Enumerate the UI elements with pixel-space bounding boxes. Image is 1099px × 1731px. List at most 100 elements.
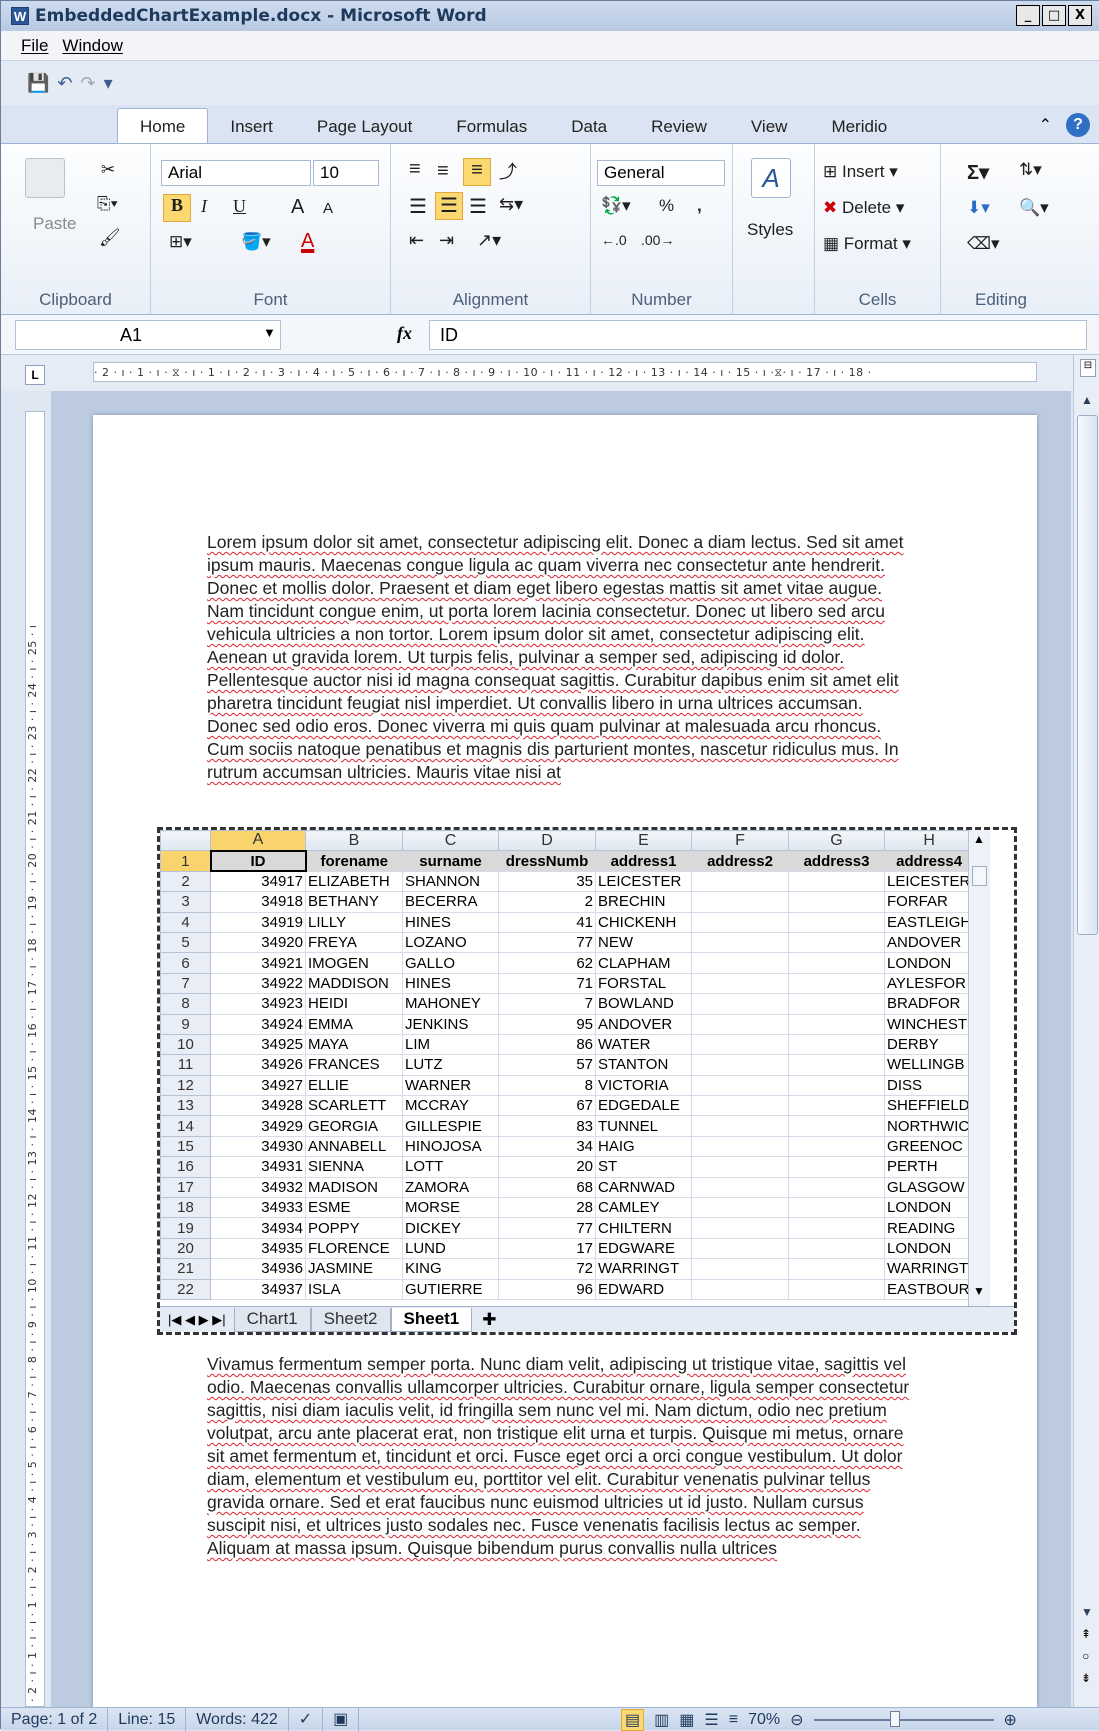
sheet-scroll-down-icon[interactable]: ▼ <box>973 1284 985 1298</box>
row-header[interactable]: 13 <box>160 1095 211 1117</box>
table-cell[interactable]: LONDON <box>883 1197 975 1219</box>
table-cell[interactable]: LONDON <box>883 952 975 974</box>
row-header[interactable]: 22 <box>160 1278 211 1300</box>
align-center-icon[interactable]: ☰ <box>435 192 463 220</box>
column-header[interactable]: E <box>595 830 692 852</box>
bold-button[interactable]: B <box>163 194 191 222</box>
tab-page-layout[interactable]: Page Layout <box>295 117 434 143</box>
table-cell[interactable]: 35 <box>498 870 596 893</box>
table-cell[interactable] <box>788 1197 885 1219</box>
row-header[interactable]: 14 <box>160 1115 211 1137</box>
table-cell[interactable]: ELIZABETH <box>305 870 403 893</box>
align-right-icon[interactable]: ☰ <box>469 194 487 219</box>
table-cell[interactable]: 96 <box>498 1278 596 1300</box>
table-cell[interactable]: 34922 <box>210 972 306 995</box>
table-cell[interactable]: EASTLEIGH <box>883 911 975 933</box>
fill-color-icon[interactable]: 🪣▾ <box>241 232 271 252</box>
table-cell[interactable]: BECERRA <box>402 891 499 913</box>
table-cell[interactable] <box>788 1176 885 1199</box>
line-number[interactable]: Line: 15 <box>108 1707 187 1731</box>
table-cell[interactable]: 2 <box>498 891 596 913</box>
table-cell[interactable]: NORTHWIC <box>883 1115 975 1137</box>
table-cell[interactable]: 34918 <box>210 891 306 913</box>
column-header[interactable]: G <box>788 830 885 852</box>
table-cell[interactable]: MORSE <box>402 1197 499 1219</box>
table-cell[interactable] <box>788 1013 885 1035</box>
column-header[interactable]: F <box>691 830 789 852</box>
table-cell[interactable]: DISS <box>883 1074 975 1097</box>
table-cell[interactable] <box>788 891 885 913</box>
table-cell[interactable]: 86 <box>498 1033 596 1056</box>
table-cell[interactable]: PERTH <box>883 1156 975 1178</box>
table-cell[interactable]: READING <box>883 1217 975 1239</box>
table-cell[interactable]: 41 <box>498 911 596 933</box>
table-cell[interactable] <box>691 1135 789 1158</box>
sheet-nav-icons[interactable]: |◀ ◀ ▶ ▶| <box>160 1312 234 1328</box>
sheet-tab-chart1[interactable]: Chart1 <box>233 1307 311 1332</box>
tab-home[interactable]: Home <box>117 108 209 143</box>
table-cell[interactable] <box>788 1258 885 1280</box>
zoom-level[interactable]: 70% <box>748 1711 780 1729</box>
tab-data[interactable]: Data <box>549 117 629 143</box>
macro-icon[interactable]: ▣ <box>323 1707 360 1731</box>
align-left-icon[interactable]: ☰ <box>409 194 427 219</box>
name-box[interactable]: A1 <box>15 320 281 350</box>
table-cell[interactable] <box>691 972 789 995</box>
sort-filter-icon[interactable]: ⇅▾ <box>1019 160 1042 180</box>
header-cell[interactable]: address2 <box>691 850 789 872</box>
shrink-font-button[interactable]: A <box>323 200 333 217</box>
minimize-button[interactable]: _ <box>1016 5 1040 26</box>
format-painter-icon[interactable]: 🖌 <box>99 228 121 248</box>
table-cell[interactable]: WELLINGB <box>883 1054 975 1076</box>
table-cell[interactable] <box>691 1197 789 1219</box>
row-header[interactable]: 17 <box>160 1176 211 1199</box>
row-header[interactable]: 4 <box>160 911 211 933</box>
styles-label[interactable]: Styles <box>747 220 793 240</box>
table-cell[interactable]: CAMLEY <box>595 1197 692 1219</box>
table-cell[interactable]: STANTON <box>595 1054 692 1076</box>
header-cell[interactable]: address4 <box>883 850 975 872</box>
table-cell[interactable]: 34920 <box>210 931 306 954</box>
header-cell[interactable]: address1 <box>595 850 692 872</box>
table-cell[interactable]: BRECHIN <box>595 891 692 913</box>
table-cell[interactable]: 34925 <box>210 1033 306 1056</box>
font-size-select[interactable]: 10 <box>313 160 379 186</box>
tab-formulas[interactable]: Formulas <box>434 117 549 143</box>
row-header[interactable]: 10 <box>160 1033 211 1056</box>
table-cell[interactable]: BOWLAND <box>595 993 692 1015</box>
row-header[interactable]: 3 <box>160 891 211 913</box>
paragraph-2[interactable]: Vivamus fermentum semper porta. Nunc dia… <box>207 1353 917 1560</box>
row-header[interactable]: 16 <box>160 1156 211 1178</box>
row-header[interactable]: 1 <box>160 850 211 872</box>
table-cell[interactable]: GALLO <box>402 952 499 974</box>
table-cell[interactable]: GUTIERRE <box>402 1278 499 1300</box>
styles-icon[interactable]: A <box>751 158 791 198</box>
table-cell[interactable]: MADDISON <box>305 972 403 995</box>
table-cell[interactable]: HAIG <box>595 1135 692 1158</box>
table-cell[interactable]: 34933 <box>210 1197 306 1219</box>
header-cell[interactable]: dressNumb <box>498 850 596 872</box>
table-cell[interactable]: 34928 <box>210 1095 306 1117</box>
table-cell[interactable]: 34917 <box>210 870 306 893</box>
delete-cells-button[interactable]: ✖ Delete ▾ <box>823 198 904 218</box>
currency-icon[interactable]: 💱▾ <box>601 196 631 216</box>
minimize-ribbon-icon[interactable]: ⌃ <box>1039 115 1052 135</box>
increase-decimal-icon[interactable]: ←.0 <box>601 232 627 248</box>
table-cell[interactable]: LONDON <box>883 1237 975 1260</box>
format-cells-button[interactable]: ▦ Format ▾ <box>823 234 911 254</box>
text-direction-icon[interactable]: ↗▾ <box>477 230 501 251</box>
fill-icon[interactable]: ⬇▾ <box>967 198 990 218</box>
table-cell[interactable]: 20 <box>498 1156 596 1178</box>
table-cell[interactable]: EDGEDALE <box>595 1095 692 1117</box>
table-cell[interactable]: TUNNEL <box>595 1115 692 1137</box>
table-cell[interactable] <box>691 1156 789 1178</box>
align-bottom-icon[interactable]: ≡ <box>463 158 491 186</box>
table-cell[interactable]: 67 <box>498 1095 596 1117</box>
table-cell[interactable] <box>788 1115 885 1137</box>
table-cell[interactable]: ANDOVER <box>595 1013 692 1035</box>
tab-meridio[interactable]: Meridio <box>809 117 909 143</box>
table-cell[interactable]: ANNABELL <box>305 1135 403 1158</box>
zoom-in-icon[interactable]: ⊕ <box>1004 1710 1017 1730</box>
sheet-scroll-thumb[interactable] <box>972 866 987 886</box>
tab-view[interactable]: View <box>729 117 810 143</box>
